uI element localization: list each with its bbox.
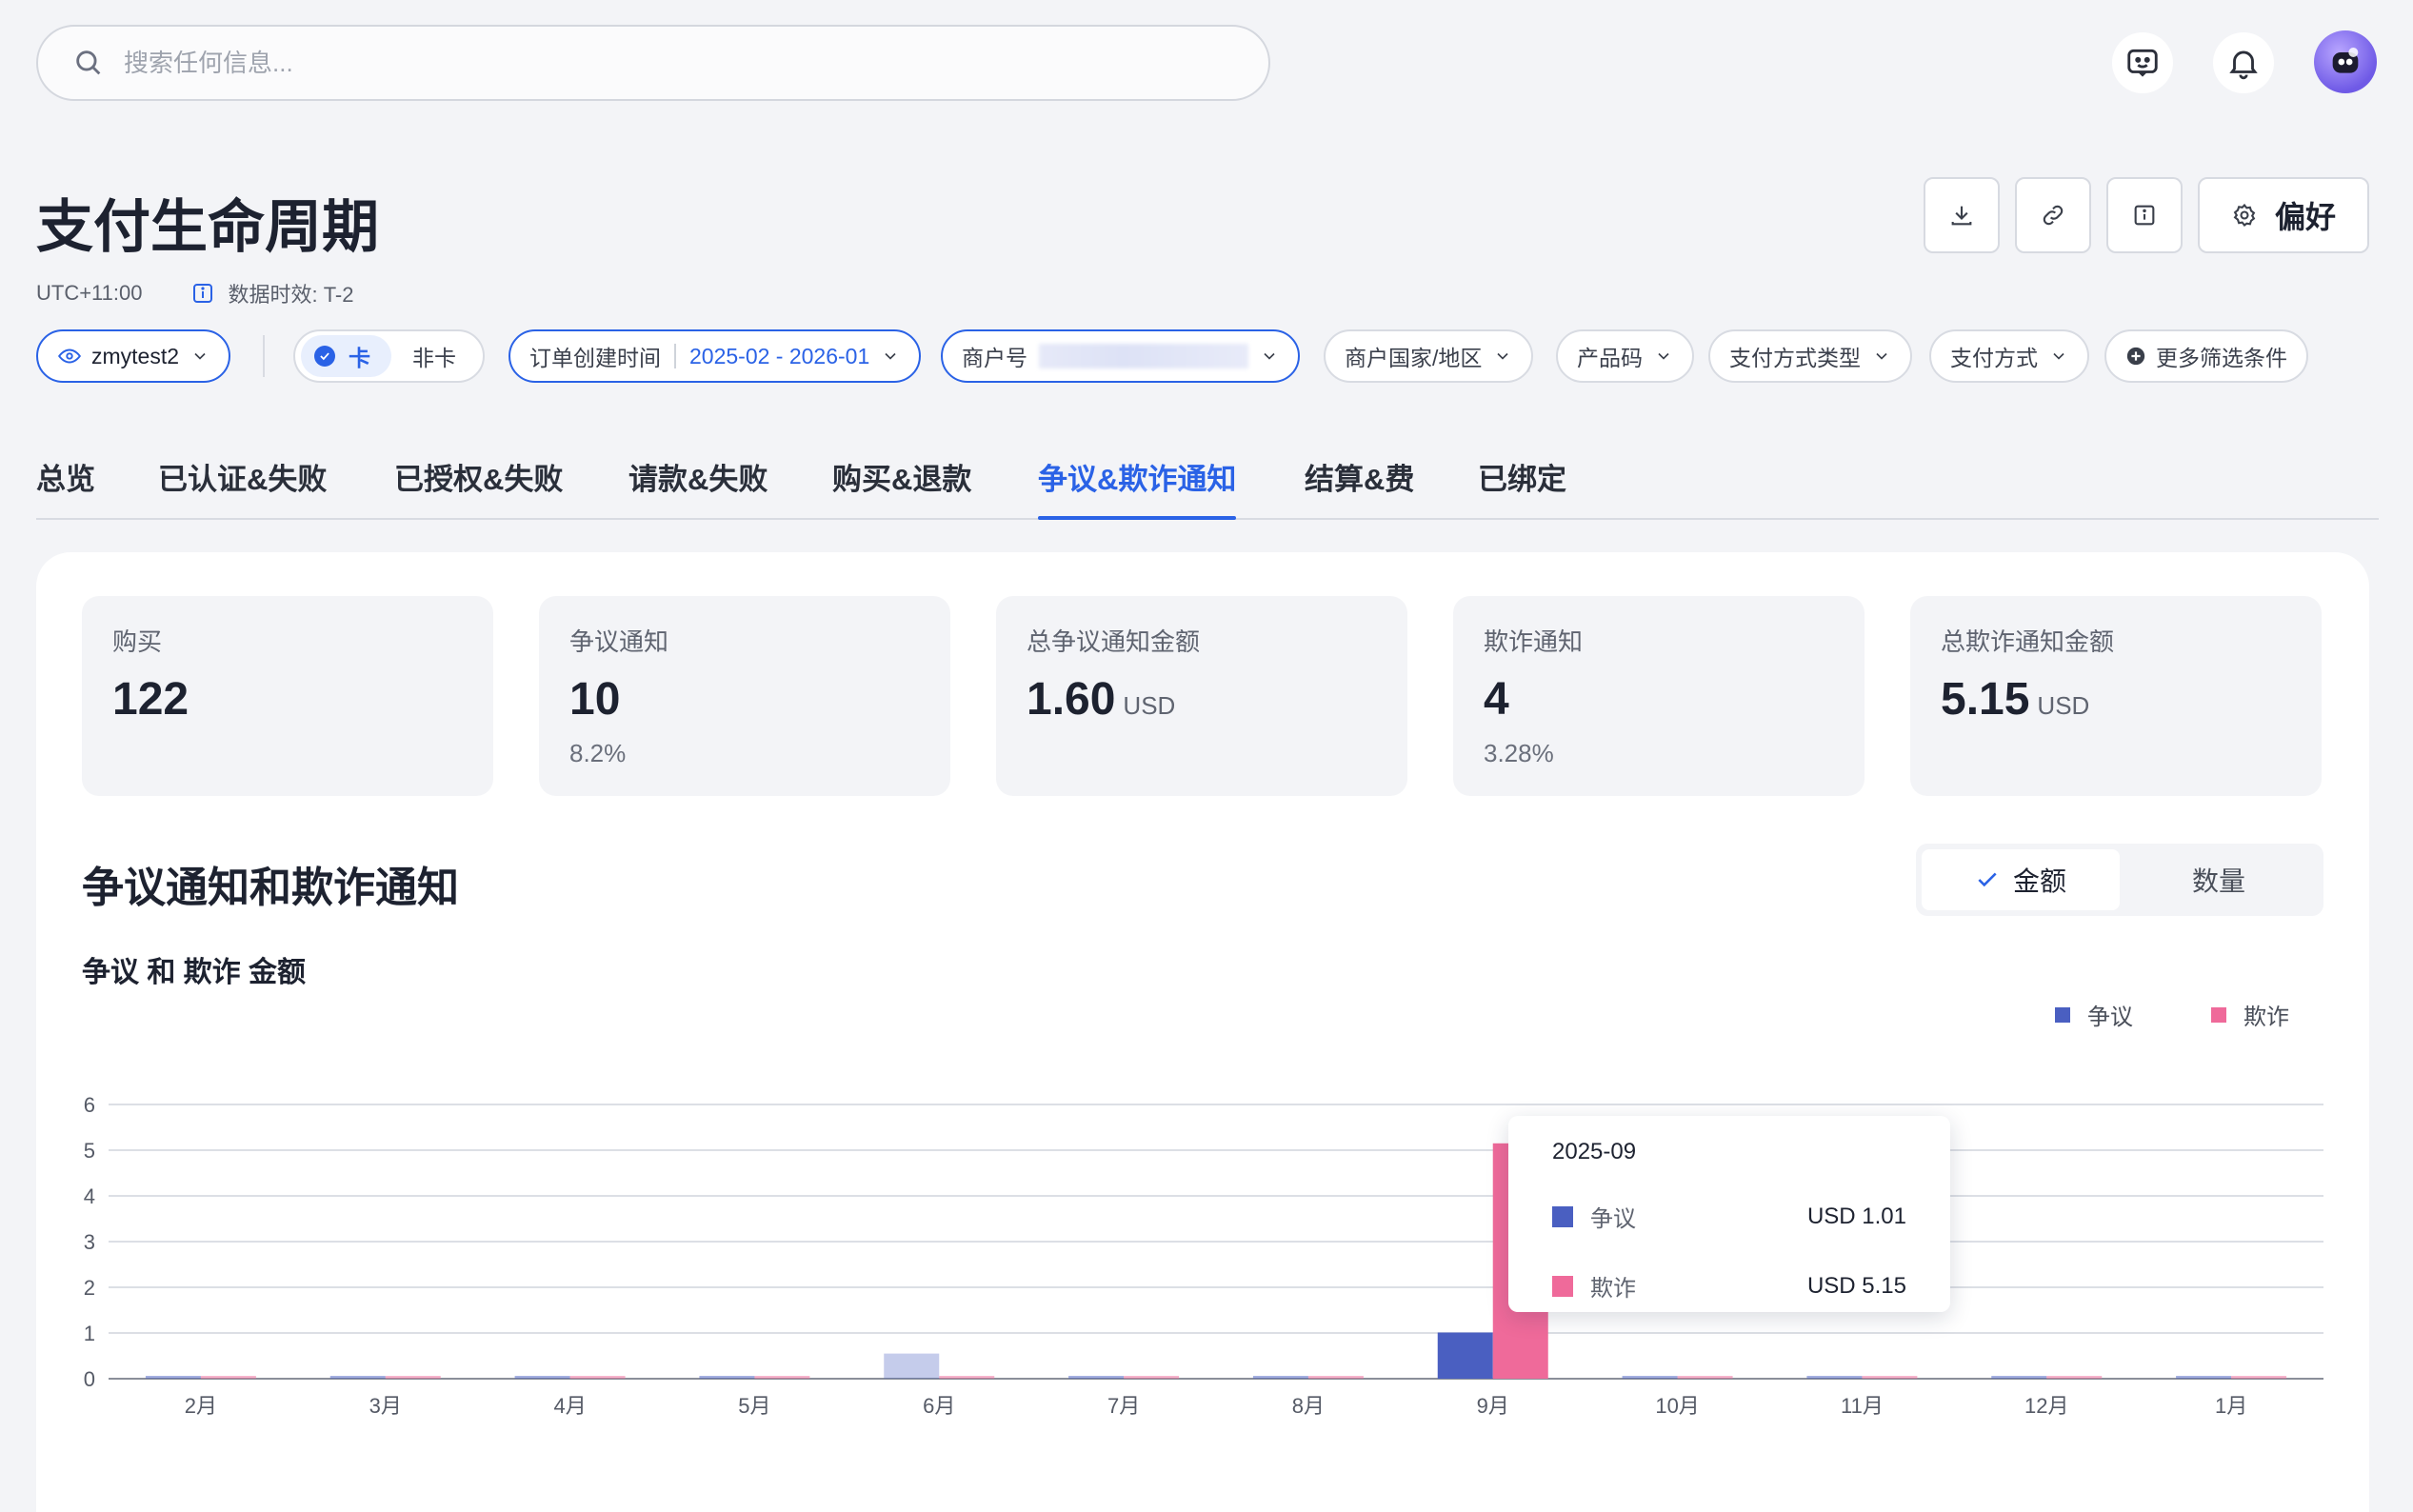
bar-fraud-zero xyxy=(939,1376,995,1379)
y-tick-label: 2 xyxy=(84,1276,95,1300)
tooltip-series-name: 争议 xyxy=(1590,1206,1636,1232)
bar-dispute-zero xyxy=(1991,1376,2047,1379)
tooltip-row-fraud: 欺诈 USD 5.15 xyxy=(1552,1269,1906,1303)
bar-dispute-zero xyxy=(1252,1376,1308,1379)
bar-fraud-zero xyxy=(1677,1376,1733,1379)
x-tick-label: 3月 xyxy=(369,1394,402,1418)
x-tick-label: 10月 xyxy=(1655,1394,1699,1418)
bar-dispute xyxy=(1437,1332,1493,1379)
bar-chart: 0 1 2 3 4 5 6 2月 3月 4月 5月 6月 7月 8月 9月 10月 11月 12月 1月 xyxy=(84,1093,2323,1418)
bar-dispute-zero xyxy=(329,1376,386,1379)
x-tick-label: 11月 xyxy=(1841,1394,1884,1418)
bar-fraud-zero xyxy=(385,1376,441,1379)
x-tick-label: 12月 xyxy=(2024,1394,2068,1418)
bar-dispute-zero xyxy=(514,1376,570,1379)
tooltip-row-dispute: 争议 USD 1.01 xyxy=(1552,1200,1906,1233)
bar-fraud-zero xyxy=(200,1376,256,1379)
y-tick-label: 6 xyxy=(84,1093,95,1117)
x-tick-label: 9月 xyxy=(1477,1394,1509,1418)
tooltip-title: 2025-09 xyxy=(1552,1139,1637,1164)
bar-fraud-zero xyxy=(2046,1376,2103,1379)
x-tick-label: 4月 xyxy=(553,1394,586,1418)
tooltip-series-name: 欺诈 xyxy=(1590,1276,1636,1302)
bar-fraud-zero xyxy=(1124,1376,1180,1379)
tooltip-value: USD 5.15 xyxy=(1806,1272,1906,1299)
y-tick-label: 5 xyxy=(84,1139,95,1163)
x-tick-label: 5月 xyxy=(738,1394,770,1418)
x-tick-label: 8月 xyxy=(1292,1394,1325,1418)
y-tick-label: 1 xyxy=(84,1322,95,1345)
bar-fraud-zero xyxy=(754,1376,810,1379)
bar-dispute xyxy=(884,1353,940,1379)
x-tick-label: 2月 xyxy=(185,1394,217,1418)
bar-fraud-zero xyxy=(569,1376,626,1379)
bar-dispute-zero xyxy=(145,1376,201,1379)
tooltip-swatch xyxy=(1552,1205,1573,1227)
tooltip-swatch xyxy=(1552,1275,1573,1297)
x-tick-label: 7月 xyxy=(1107,1394,1140,1418)
y-tick-label: 3 xyxy=(84,1230,95,1254)
y-tick-label: 0 xyxy=(84,1367,95,1391)
bar-fraud-zero xyxy=(1862,1376,1918,1379)
bar-fraud-zero xyxy=(2231,1376,2287,1379)
x-tick-label: 1月 xyxy=(2215,1394,2247,1418)
y-tick-label: 4 xyxy=(84,1184,95,1208)
bar-dispute-zero xyxy=(1068,1376,1125,1379)
bar-dispute-zero xyxy=(1806,1376,1863,1379)
bar-dispute-zero xyxy=(2176,1376,2232,1379)
bar-dispute-zero xyxy=(1622,1376,1678,1379)
x-tick-label: 6月 xyxy=(923,1394,955,1418)
bar-fraud-zero xyxy=(1307,1376,1364,1379)
bar-dispute-zero xyxy=(699,1376,755,1379)
chart-tooltip: 2025-09 争议 USD 1.01 欺诈 USD 5.15 xyxy=(1508,1116,1950,1312)
tooltip-value: USD 1.01 xyxy=(1806,1203,1906,1229)
